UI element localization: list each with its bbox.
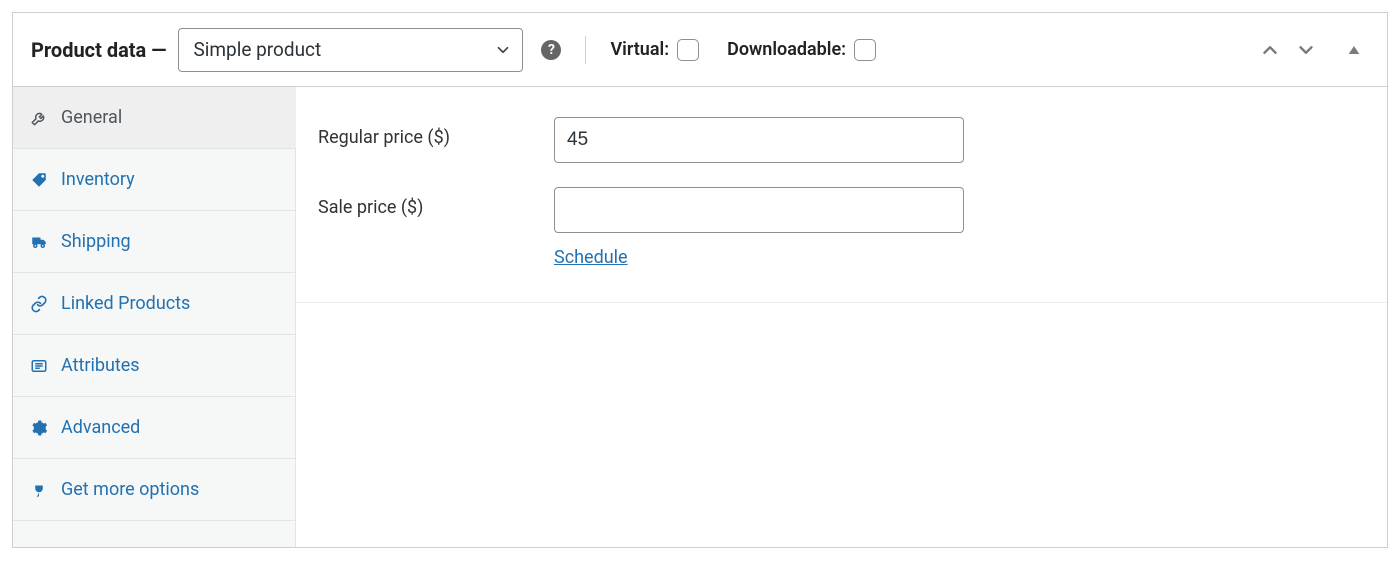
tab-label: Attributes [61, 355, 140, 376]
tab-label: Linked Products [61, 293, 190, 314]
panel-header: Product data — Simple product ? Virtual:… [13, 13, 1387, 87]
separator [585, 36, 586, 64]
tab-general[interactable]: General [13, 87, 295, 149]
virtual-checkbox[interactable] [677, 39, 699, 61]
panel-title: Product data — [31, 38, 166, 62]
virtual-label: Virtual: [610, 39, 669, 60]
tab-label: Inventory [61, 169, 135, 190]
plug-icon [29, 481, 49, 499]
move-down-button[interactable] [1291, 35, 1321, 65]
tab-label: Shipping [61, 231, 131, 252]
tab-advanced[interactable]: Advanced [13, 397, 295, 459]
tab-attributes[interactable]: Attributes [13, 335, 295, 397]
schedule-link[interactable]: Schedule [554, 247, 628, 268]
product-type-select[interactable]: Simple product [178, 28, 523, 72]
regular-price-row: Regular price ($) [296, 105, 1387, 175]
collapse-panel-button[interactable] [1339, 35, 1369, 65]
list-icon [29, 357, 49, 375]
sale-price-row: Sale price ($) Schedule [296, 175, 1387, 280]
tag-icon [29, 171, 49, 189]
tab-inventory[interactable]: Inventory [13, 149, 295, 211]
tab-label: General [61, 107, 122, 128]
regular-price-label: Regular price ($) [318, 117, 554, 148]
truck-icon [29, 233, 49, 251]
wrench-icon [29, 109, 49, 127]
tab-label: Get more options [61, 479, 199, 500]
sale-price-label: Sale price ($) [318, 187, 554, 218]
tab-label: Advanced [61, 417, 140, 438]
tab-linked-products[interactable]: Linked Products [13, 273, 295, 335]
chevron-down-icon [494, 41, 512, 59]
move-up-button[interactable] [1255, 35, 1285, 65]
tab-shipping[interactable]: Shipping [13, 211, 295, 273]
product-data-panel: Product data — Simple product ? Virtual:… [12, 12, 1388, 548]
virtual-toggle[interactable]: Virtual: [610, 39, 699, 61]
gear-icon [29, 419, 49, 437]
link-icon [29, 295, 49, 313]
product-type-selected-label: Simple product [193, 38, 321, 61]
downloadable-label: Downloadable: [727, 39, 846, 60]
tab-get-more-options[interactable]: Get more options [13, 459, 295, 521]
downloadable-toggle[interactable]: Downloadable: [727, 39, 876, 61]
help-icon[interactable]: ? [541, 40, 561, 60]
general-tab-content: Regular price ($) Sale price ($) Schedul… [296, 87, 1387, 303]
downloadable-checkbox[interactable] [854, 39, 876, 61]
regular-price-input[interactable] [554, 117, 964, 163]
panel-body: General Inventory Shipping Linked Produc… [13, 87, 1387, 547]
sale-price-input[interactable] [554, 187, 964, 233]
product-data-tabs: General Inventory Shipping Linked Produc… [13, 87, 296, 547]
